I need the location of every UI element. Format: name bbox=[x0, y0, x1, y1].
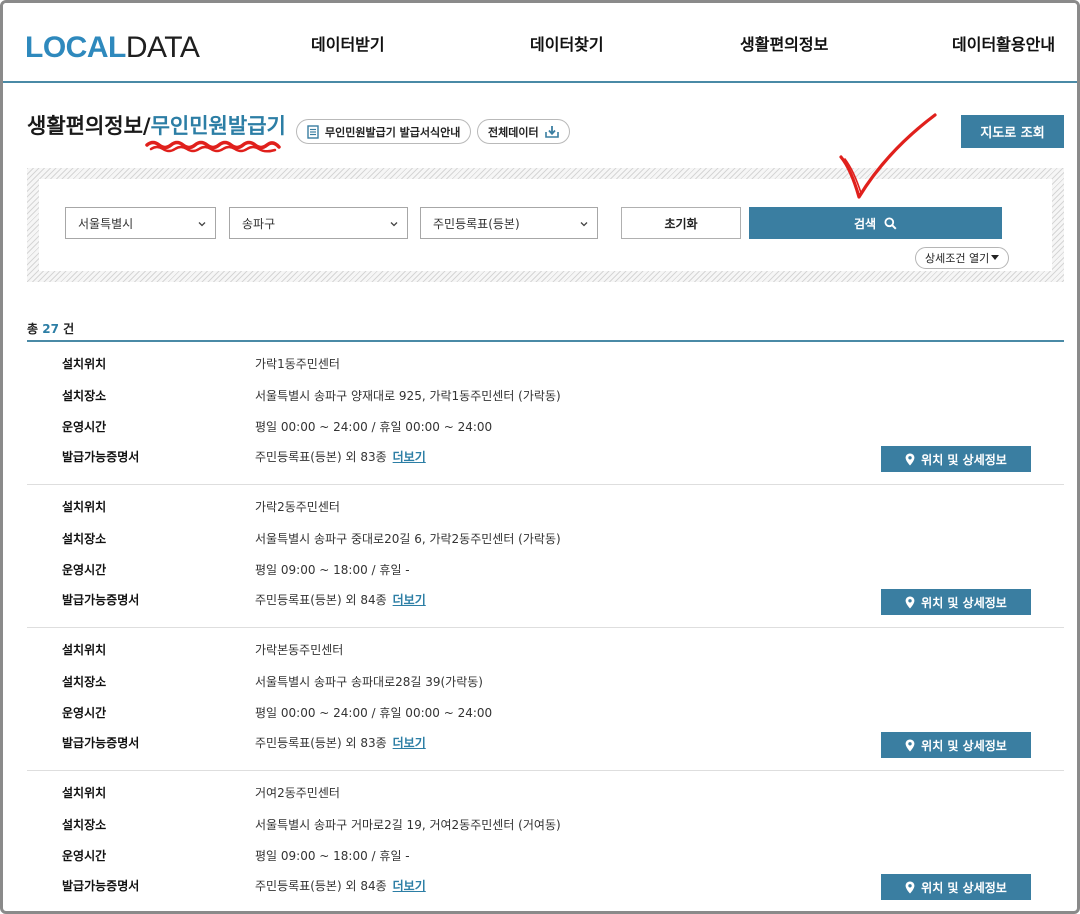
chevron-down-icon bbox=[197, 218, 207, 232]
all-data-label: 전체데이터 bbox=[488, 125, 539, 139]
location-value: 가락2동주민센터 bbox=[255, 500, 340, 514]
place-label: 설치장소 bbox=[62, 675, 107, 689]
map-pin-icon bbox=[905, 453, 915, 466]
hours-label: 운영시간 bbox=[62, 849, 107, 863]
location-detail-label: 위치 및 상세정보 bbox=[921, 880, 1007, 895]
result-record: 설치위치 가락2동주민센터 설치장소 서울특별시 송파구 중대로20길 6, 가락2… bbox=[27, 485, 1064, 628]
place-value: 서울특별시 송파구 중대로20길 6, 가락2동주민센터 (가락동) bbox=[255, 532, 561, 546]
download-icon bbox=[544, 125, 559, 138]
location-label: 설치위치 bbox=[62, 357, 107, 371]
certs-value: 주민등록표(등본) 외 83종 더보기 bbox=[255, 733, 426, 753]
certs-text: 주민등록표(등본) 외 83종 bbox=[255, 736, 387, 750]
nav-download-data[interactable]: 데이터받기 bbox=[311, 34, 385, 56]
map-pin-icon bbox=[905, 739, 915, 752]
more-link[interactable]: 더보기 bbox=[393, 450, 426, 464]
certs-label: 발급가능증명서 bbox=[62, 450, 140, 464]
result-count-number: 27 bbox=[42, 322, 59, 336]
all-data-download-button[interactable]: 전체데이터 bbox=[477, 119, 570, 144]
location-label: 설치위치 bbox=[62, 643, 107, 657]
hours-value: 평일 00:00 ~ 24:00 / 휴일 00:00 ~ 24:00 bbox=[255, 706, 493, 720]
location-label: 설치위치 bbox=[62, 786, 107, 800]
page-title-sub: 무인민원발급기 bbox=[150, 114, 286, 138]
nav-living-info[interactable]: 생활편의정보 bbox=[740, 34, 828, 56]
city-select-value: 서울특별시 bbox=[78, 216, 134, 231]
map-pin-icon bbox=[905, 596, 915, 609]
hours-label: 운영시간 bbox=[62, 563, 107, 577]
search-icon bbox=[884, 217, 897, 230]
detail-conditions-toggle[interactable]: 상세조건 열기 bbox=[915, 247, 1010, 269]
location-detail-label: 위치 및 상세정보 bbox=[921, 452, 1007, 467]
document-type-select-value: 주민등록표(등본) bbox=[433, 216, 520, 231]
view-on-map-button[interactable]: 지도로 조회 bbox=[961, 115, 1064, 148]
result-count-suffix: 건 bbox=[63, 322, 75, 336]
caret-down-icon bbox=[991, 255, 1000, 261]
location-detail-button[interactable]: 위치 및 상세정보 bbox=[881, 874, 1031, 900]
page-title-main: 생활편의정보/ bbox=[27, 114, 151, 138]
search-button[interactable]: 검색 bbox=[749, 207, 1002, 239]
certs-label: 발급가능증명서 bbox=[62, 736, 140, 750]
district-select[interactable]: 송파구 bbox=[229, 207, 408, 239]
location-detail-button[interactable]: 위치 및 상세정보 bbox=[881, 732, 1031, 758]
hours-label: 운영시간 bbox=[62, 706, 107, 720]
document-type-select[interactable]: 주민등록표(등본) bbox=[420, 207, 598, 239]
certs-label: 발급가능증명서 bbox=[62, 593, 140, 607]
result-count: 총 27 건 bbox=[27, 321, 74, 337]
site-logo[interactable]: LOCALDATA bbox=[25, 31, 200, 65]
map-pin-icon bbox=[905, 881, 915, 894]
reset-button[interactable]: 초기화 bbox=[621, 207, 741, 239]
hours-value: 평일 00:00 ~ 24:00 / 휴일 00:00 ~ 24:00 bbox=[255, 420, 493, 434]
nav-find-data[interactable]: 데이터찾기 bbox=[530, 34, 604, 56]
issue-form-guide-button[interactable]: 무인민원발급기 발급서식안내 bbox=[296, 119, 472, 144]
chevron-down-icon bbox=[389, 218, 399, 232]
issue-form-guide-label: 무인민원발급기 발급서식안내 bbox=[325, 125, 461, 139]
hours-label: 운영시간 bbox=[62, 420, 107, 434]
document-icon bbox=[307, 124, 319, 139]
certs-label: 발급가능증명서 bbox=[62, 879, 140, 893]
result-record: 설치위치 가락1동주민센터 설치장소 서울특별시 송파구 양재대로 925, 가락1… bbox=[27, 342, 1064, 485]
location-detail-button[interactable]: 위치 및 상세정보 bbox=[881, 446, 1031, 472]
place-value: 서울특별시 송파구 거마로2길 19, 거여2동주민센터 (거여동) bbox=[255, 818, 561, 832]
chevron-down-icon bbox=[579, 218, 589, 232]
more-link[interactable]: 더보기 bbox=[393, 593, 426, 607]
location-detail-button[interactable]: 위치 및 상세정보 bbox=[881, 589, 1031, 615]
city-select[interactable]: 서울특별시 bbox=[65, 207, 216, 239]
result-record: 설치위치 가락본동주민센터 설치장소 서울특별시 송파구 송파대로28길 39(가락… bbox=[27, 628, 1064, 771]
location-value: 가락본동주민센터 bbox=[255, 643, 344, 657]
more-link[interactable]: 더보기 bbox=[393, 736, 426, 750]
place-value: 서울특별시 송파구 송파대로28길 39(가락동) bbox=[255, 675, 483, 689]
location-label: 설치위치 bbox=[62, 500, 107, 514]
result-record: 설치위치 거여2동주민센터 설치장소 서울특별시 송파구 거마로2길 19, 거여2… bbox=[27, 771, 1064, 911]
nav-usage-guide[interactable]: 데이터활용안내 bbox=[952, 34, 1055, 56]
logo-data-text: DATA bbox=[125, 31, 200, 64]
page-title: 생활편의정보/무인민원발급기 bbox=[27, 111, 286, 141]
result-count-prefix: 총 bbox=[27, 322, 39, 336]
place-label: 설치장소 bbox=[62, 818, 107, 832]
certs-value: 주민등록표(등본) 외 83종 더보기 bbox=[255, 447, 426, 467]
place-value: 서울특별시 송파구 양재대로 925, 가락1동주민센터 (가락동) bbox=[255, 389, 561, 403]
certs-value: 주민등록표(등본) 외 84종 더보기 bbox=[255, 876, 426, 896]
hours-value: 평일 09:00 ~ 18:00 / 휴일 - bbox=[255, 849, 410, 863]
top-navigation-bar: LOCALDATA 데이터받기 데이터찾기 생활편의정보 데이터활용안내 bbox=[3, 3, 1077, 83]
location-value: 거여2동주민센터 bbox=[255, 786, 340, 800]
certs-text: 주민등록표(등본) 외 83종 bbox=[255, 450, 387, 464]
red-checkmark-annotation bbox=[839, 113, 937, 199]
certs-value: 주민등록표(등본) 외 84종 더보기 bbox=[255, 590, 426, 610]
red-squiggle-annotation bbox=[145, 140, 281, 153]
detail-conditions-label: 상세조건 열기 bbox=[925, 252, 990, 265]
district-select-value: 송파구 bbox=[242, 216, 276, 231]
certs-text: 주민등록표(등본) 외 84종 bbox=[255, 593, 387, 607]
location-value: 가락1동주민센터 bbox=[255, 357, 340, 371]
logo-local-text: LOCAL bbox=[25, 31, 126, 64]
certs-text: 주민등록표(등본) 외 84종 bbox=[255, 879, 387, 893]
place-label: 설치장소 bbox=[62, 389, 107, 403]
hours-value: 평일 09:00 ~ 18:00 / 휴일 - bbox=[255, 563, 410, 577]
location-detail-label: 위치 및 상세정보 bbox=[921, 738, 1007, 753]
browser-frame: LOCALDATA 데이터받기 데이터찾기 생활편의정보 데이터활용안내 생활편… bbox=[0, 0, 1080, 914]
location-detail-label: 위치 및 상세정보 bbox=[921, 595, 1007, 610]
search-button-label: 검색 bbox=[853, 216, 877, 231]
place-label: 설치장소 bbox=[62, 532, 107, 546]
more-link[interactable]: 더보기 bbox=[393, 879, 426, 893]
